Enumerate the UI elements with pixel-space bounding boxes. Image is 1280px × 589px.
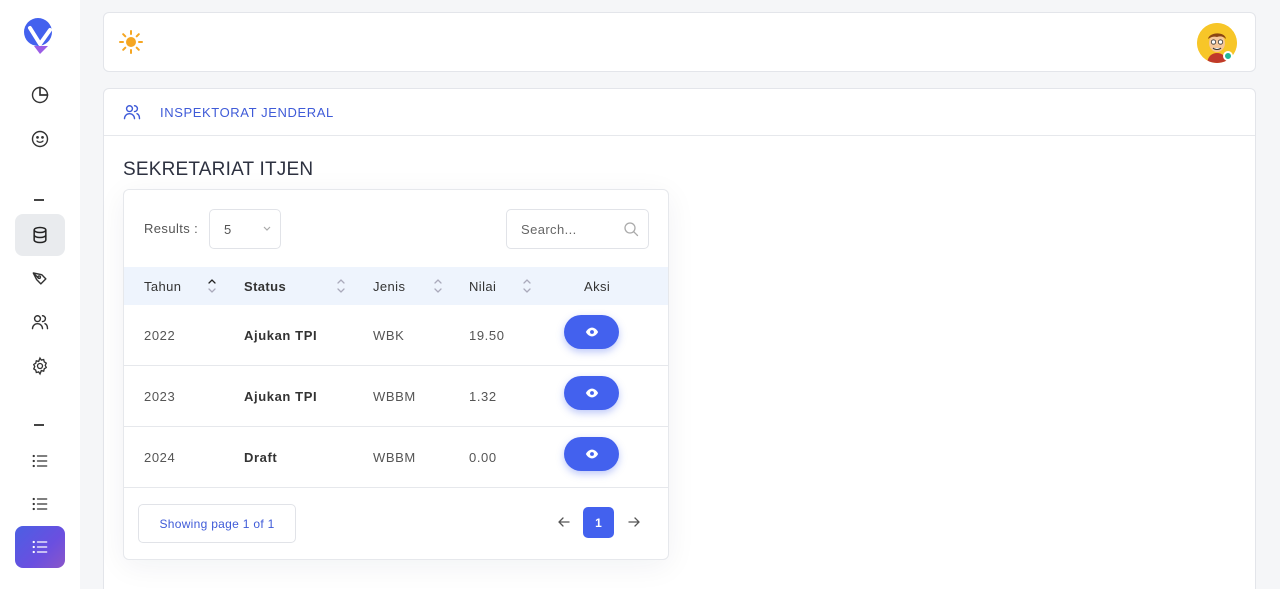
table-row: 2024 Draft WBBM 0.00 <box>124 427 668 488</box>
main-panel: INSPEKTORAT JENDERAL SEKRETARIAT ITJEN R… <box>103 88 1256 589</box>
results-per-page-value: 5 <box>224 221 232 237</box>
column-header-aksi: Aksi <box>584 278 611 294</box>
search-box <box>506 209 649 249</box>
users-icon <box>31 315 49 330</box>
pie-chart-icon <box>31 86 49 104</box>
arrow-left-icon[interactable] <box>556 514 572 530</box>
eye-icon <box>585 327 598 337</box>
panel-header: INSPEKTORAT JENDERAL <box>104 89 1255 136</box>
table-row: 2023 Ajukan TPI WBBM 1.32 <box>124 366 668 427</box>
view-button[interactable] <box>564 315 619 349</box>
pagination-info: Showing page 1 of 1 <box>138 504 296 543</box>
sort-icon[interactable] <box>336 276 346 296</box>
cell-nilai: 1.32 <box>469 388 497 404</box>
eye-icon <box>585 388 598 398</box>
sidebar-item-pen[interactable] <box>15 257 65 299</box>
users-icon <box>123 105 141 120</box>
pen-tool-icon <box>32 272 47 285</box>
view-button[interactable] <box>564 437 619 471</box>
gear-icon <box>32 356 48 376</box>
database-icon <box>33 226 47 244</box>
sort-icon[interactable] <box>433 276 443 296</box>
cell-nilai: 19.50 <box>469 327 505 343</box>
sort-icon[interactable] <box>522 276 532 296</box>
panel-header-title: INSPEKTORAT JENDERAL <box>160 104 334 120</box>
search-input[interactable] <box>521 210 621 248</box>
cell-tahun: 2024 <box>144 449 176 465</box>
cell-nilai: 0.00 <box>469 449 497 465</box>
cell-status: Ajukan TPI <box>244 327 318 343</box>
arrow-right-icon[interactable] <box>626 514 642 530</box>
sidebar-item-smiley[interactable] <box>15 118 65 160</box>
list-icon <box>32 540 48 554</box>
sidebar-item-users[interactable] <box>15 301 65 343</box>
table-header: Tahun Status Jenis Nilai Aksi <box>124 267 668 305</box>
table-row: 2022 Ajukan TPI WBK 19.50 <box>124 305 668 366</box>
sun-icon[interactable] <box>118 29 144 55</box>
view-button[interactable] <box>564 376 619 410</box>
cell-jenis: WBK <box>373 327 405 343</box>
chevron-down-icon <box>263 226 271 231</box>
cell-jenis: WBBM <box>373 449 416 465</box>
column-header-tahun[interactable]: Tahun <box>144 267 181 305</box>
cell-tahun: 2023 <box>144 388 176 404</box>
list-icon <box>32 454 48 468</box>
top-bar <box>103 12 1256 72</box>
sidebar <box>0 0 80 589</box>
results-per-page-select[interactable]: 5 <box>209 209 281 249</box>
sidebar-item-settings[interactable] <box>15 345 65 387</box>
eye-icon <box>585 449 598 459</box>
results-label: Results : <box>144 221 199 236</box>
app-logo-icon[interactable] <box>20 16 58 58</box>
sort-icon[interactable] <box>207 276 217 296</box>
cell-tahun: 2022 <box>144 327 176 343</box>
list-icon <box>32 497 48 511</box>
smile-icon <box>31 130 49 148</box>
sidebar-divider <box>34 424 44 426</box>
sidebar-item-list-2[interactable] <box>15 483 65 525</box>
cell-status: Draft <box>244 449 278 465</box>
sidebar-item-dashboard[interactable] <box>15 74 65 116</box>
sidebar-item-list-1[interactable] <box>15 440 65 482</box>
data-table-card: Results : 5 Tahun Status Jenis Nilai Aks… <box>123 189 669 560</box>
cell-jenis: WBBM <box>373 388 416 404</box>
online-status-dot <box>1223 51 1233 61</box>
column-header-jenis[interactable]: Jenis <box>373 267 405 305</box>
column-header-status[interactable]: Status <box>244 267 286 305</box>
page-button-current[interactable]: 1 <box>583 507 614 538</box>
sidebar-item-list-3[interactable] <box>15 526 65 568</box>
section-title: SEKRETARIAT ITJEN <box>123 159 314 180</box>
sidebar-item-database[interactable] <box>15 214 65 256</box>
column-header-nilai[interactable]: Nilai <box>469 267 496 305</box>
cell-status: Ajukan TPI <box>244 388 318 404</box>
search-icon[interactable] <box>623 221 639 237</box>
sidebar-divider <box>34 199 44 201</box>
